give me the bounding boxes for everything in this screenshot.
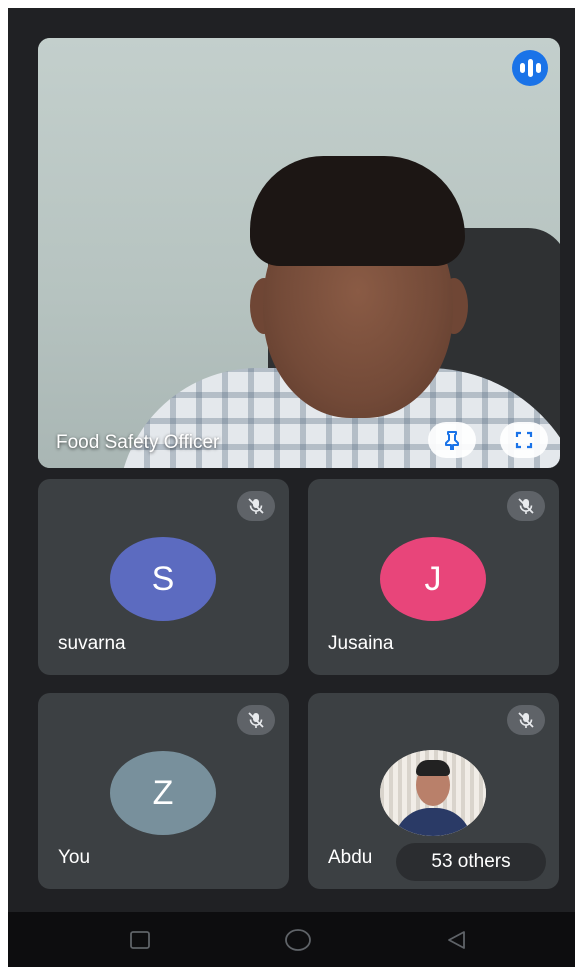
main-speaker-tile[interactable]: Food Safety Officer — [38, 38, 560, 468]
back-icon — [448, 931, 465, 949]
avatar-initial: S — [151, 559, 175, 598]
home-button[interactable] — [282, 926, 314, 954]
mic-off-badge — [507, 491, 545, 521]
mic-off-badge — [237, 491, 275, 521]
participant-tile-self[interactable]: Z You — [38, 693, 289, 889]
participant-tile[interactable]: S suvarna — [38, 479, 289, 675]
home-icon — [285, 929, 311, 951]
pin-button[interactable] — [428, 422, 476, 458]
participant-tile[interactable]: J Jusaina — [308, 479, 559, 675]
avatar-initial: J — [424, 559, 442, 598]
mic-off-icon — [518, 498, 534, 514]
mic-off-icon — [248, 712, 264, 728]
participant-tile[interactable]: Abdu 53 others — [308, 693, 559, 889]
video-person-hair — [250, 156, 465, 266]
fullscreen-button[interactable] — [500, 422, 548, 458]
speaker-video — [38, 38, 560, 468]
mic-off-icon — [518, 712, 534, 728]
meeting-screen: Food Safety Officer S suvarna J Jusaina … — [8, 8, 575, 967]
main-speaker-name: Food Safety Officer — [56, 432, 220, 453]
pin-icon — [445, 431, 459, 450]
avatar-photo — [380, 750, 486, 836]
participant-name: Jusaina — [328, 633, 394, 654]
back-button[interactable] — [440, 926, 472, 954]
participant-name: suvarna — [58, 633, 126, 654]
system-navigation-bar — [8, 912, 575, 967]
recent-apps-button[interactable] — [124, 926, 156, 954]
mic-off-badge — [237, 705, 275, 735]
fullscreen-icon — [515, 431, 533, 449]
audio-speaking-icon — [512, 50, 548, 86]
avatar: J — [380, 537, 486, 621]
avatar-initial: Z — [152, 773, 174, 812]
recent-apps-icon — [130, 931, 150, 949]
mic-off-icon — [248, 498, 264, 514]
participant-name: Abdu — [328, 847, 373, 868]
avatar: S — [110, 537, 216, 621]
participant-name: You — [58, 847, 91, 868]
mic-off-badge — [507, 705, 545, 735]
others-count-chip[interactable]: 53 others — [396, 843, 546, 881]
avatar: Z — [110, 751, 216, 835]
